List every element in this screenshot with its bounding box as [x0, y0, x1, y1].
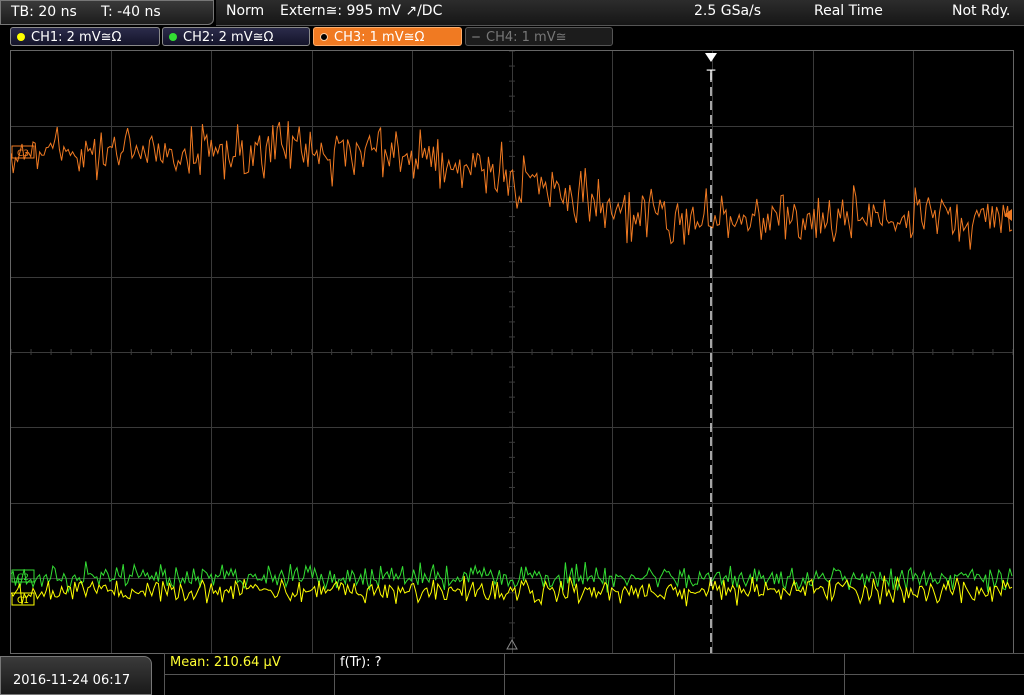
datetime-box: 2016-11-24 06:17 — [0, 656, 152, 695]
rise-frequency-measurement: f(Tr): ? — [340, 655, 382, 670]
channel-label: CH3: 1 mV≅Ω — [334, 30, 425, 45]
top-status-bar: TB: 20 ns T: -40 ns Norm Extern≅: 995 mV… — [0, 0, 1024, 26]
measurement-cell-empty[interactable] — [844, 653, 1024, 674]
acquisition-status-bar[interactable]: Norm Extern≅: 995 mV ↗/DC 2.5 GSa/s Real… — [216, 0, 1024, 26]
grid — [11, 51, 1013, 653]
measurement-cell-empty[interactable] — [844, 674, 1024, 695]
waveform-display[interactable]: T C3 C2 C1 — [10, 50, 1014, 654]
channel-label: CH4: 1 mV≅ — [486, 30, 567, 45]
trigger-time-label: T: -40 ns — [101, 4, 161, 20]
channel-tab-ch3[interactable]: CH3: 1 mV≅Ω — [313, 27, 462, 46]
ch1-marker-label: C1 — [17, 596, 29, 606]
measurement-cell-empty[interactable] — [504, 674, 674, 695]
waveform-canvas[interactable]: T C3 C2 C1 — [11, 51, 1013, 653]
datetime-label: 2016-11-24 06:17 — [13, 673, 131, 688]
ch2-level-marker[interactable]: C2 — [11, 569, 35, 583]
ch2-waveform — [11, 561, 1013, 594]
measurement-table: Mean: 210.64 µV f(Tr): ? — [164, 653, 1024, 695]
ch2-marker-label: C2 — [17, 573, 29, 583]
measurement-cell-empty[interactable] — [504, 653, 674, 674]
channel-label: CH2: 2 mV≅Ω — [183, 30, 274, 45]
trigger-source: Extern≅: 995 mV ↗/DC — [280, 3, 443, 19]
trigger-marker-label: T — [706, 68, 716, 84]
measurement-cell-empty[interactable] — [334, 674, 504, 695]
ch3-marker-label: C3 — [17, 149, 29, 159]
measurement-cell-empty[interactable] — [674, 653, 844, 674]
trigger-mode: Norm — [226, 3, 265, 19]
channel-tab-ch1[interactable]: CH1: 2 mV≅Ω — [10, 27, 160, 46]
ch2-indicator-icon — [169, 33, 177, 41]
ch3-waveform — [11, 121, 1013, 250]
ch4-indicator-icon — [472, 36, 480, 38]
channel-tab-ch4[interactable]: CH4: 1 mV≅ — [465, 27, 613, 46]
trigger-position-icon[interactable] — [705, 53, 717, 62]
measurement-cell-empty[interactable] — [674, 674, 844, 695]
ready-state: Not Rdy. — [952, 3, 1011, 19]
acquisition-mode: Real Time — [814, 3, 883, 19]
channel-tabs: CH1: 2 mV≅Ω CH2: 2 mV≅Ω CH3: 1 mV≅Ω CH4:… — [0, 26, 1024, 48]
timebase-label: TB: 20 ns — [11, 4, 77, 20]
timebase-box[interactable]: TB: 20 ns T: -40 ns — [0, 0, 214, 25]
mean-measurement: Mean: 210.64 µV — [170, 655, 281, 670]
ch3-indicator-icon — [320, 33, 328, 41]
sample-rate: 2.5 GSa/s — [694, 3, 762, 19]
ch1-indicator-icon — [17, 33, 25, 41]
channel-tab-ch2[interactable]: CH2: 2 mV≅Ω — [162, 27, 310, 46]
measurement-cell-empty[interactable] — [164, 674, 334, 695]
channel-label: CH1: 2 mV≅Ω — [31, 30, 122, 45]
